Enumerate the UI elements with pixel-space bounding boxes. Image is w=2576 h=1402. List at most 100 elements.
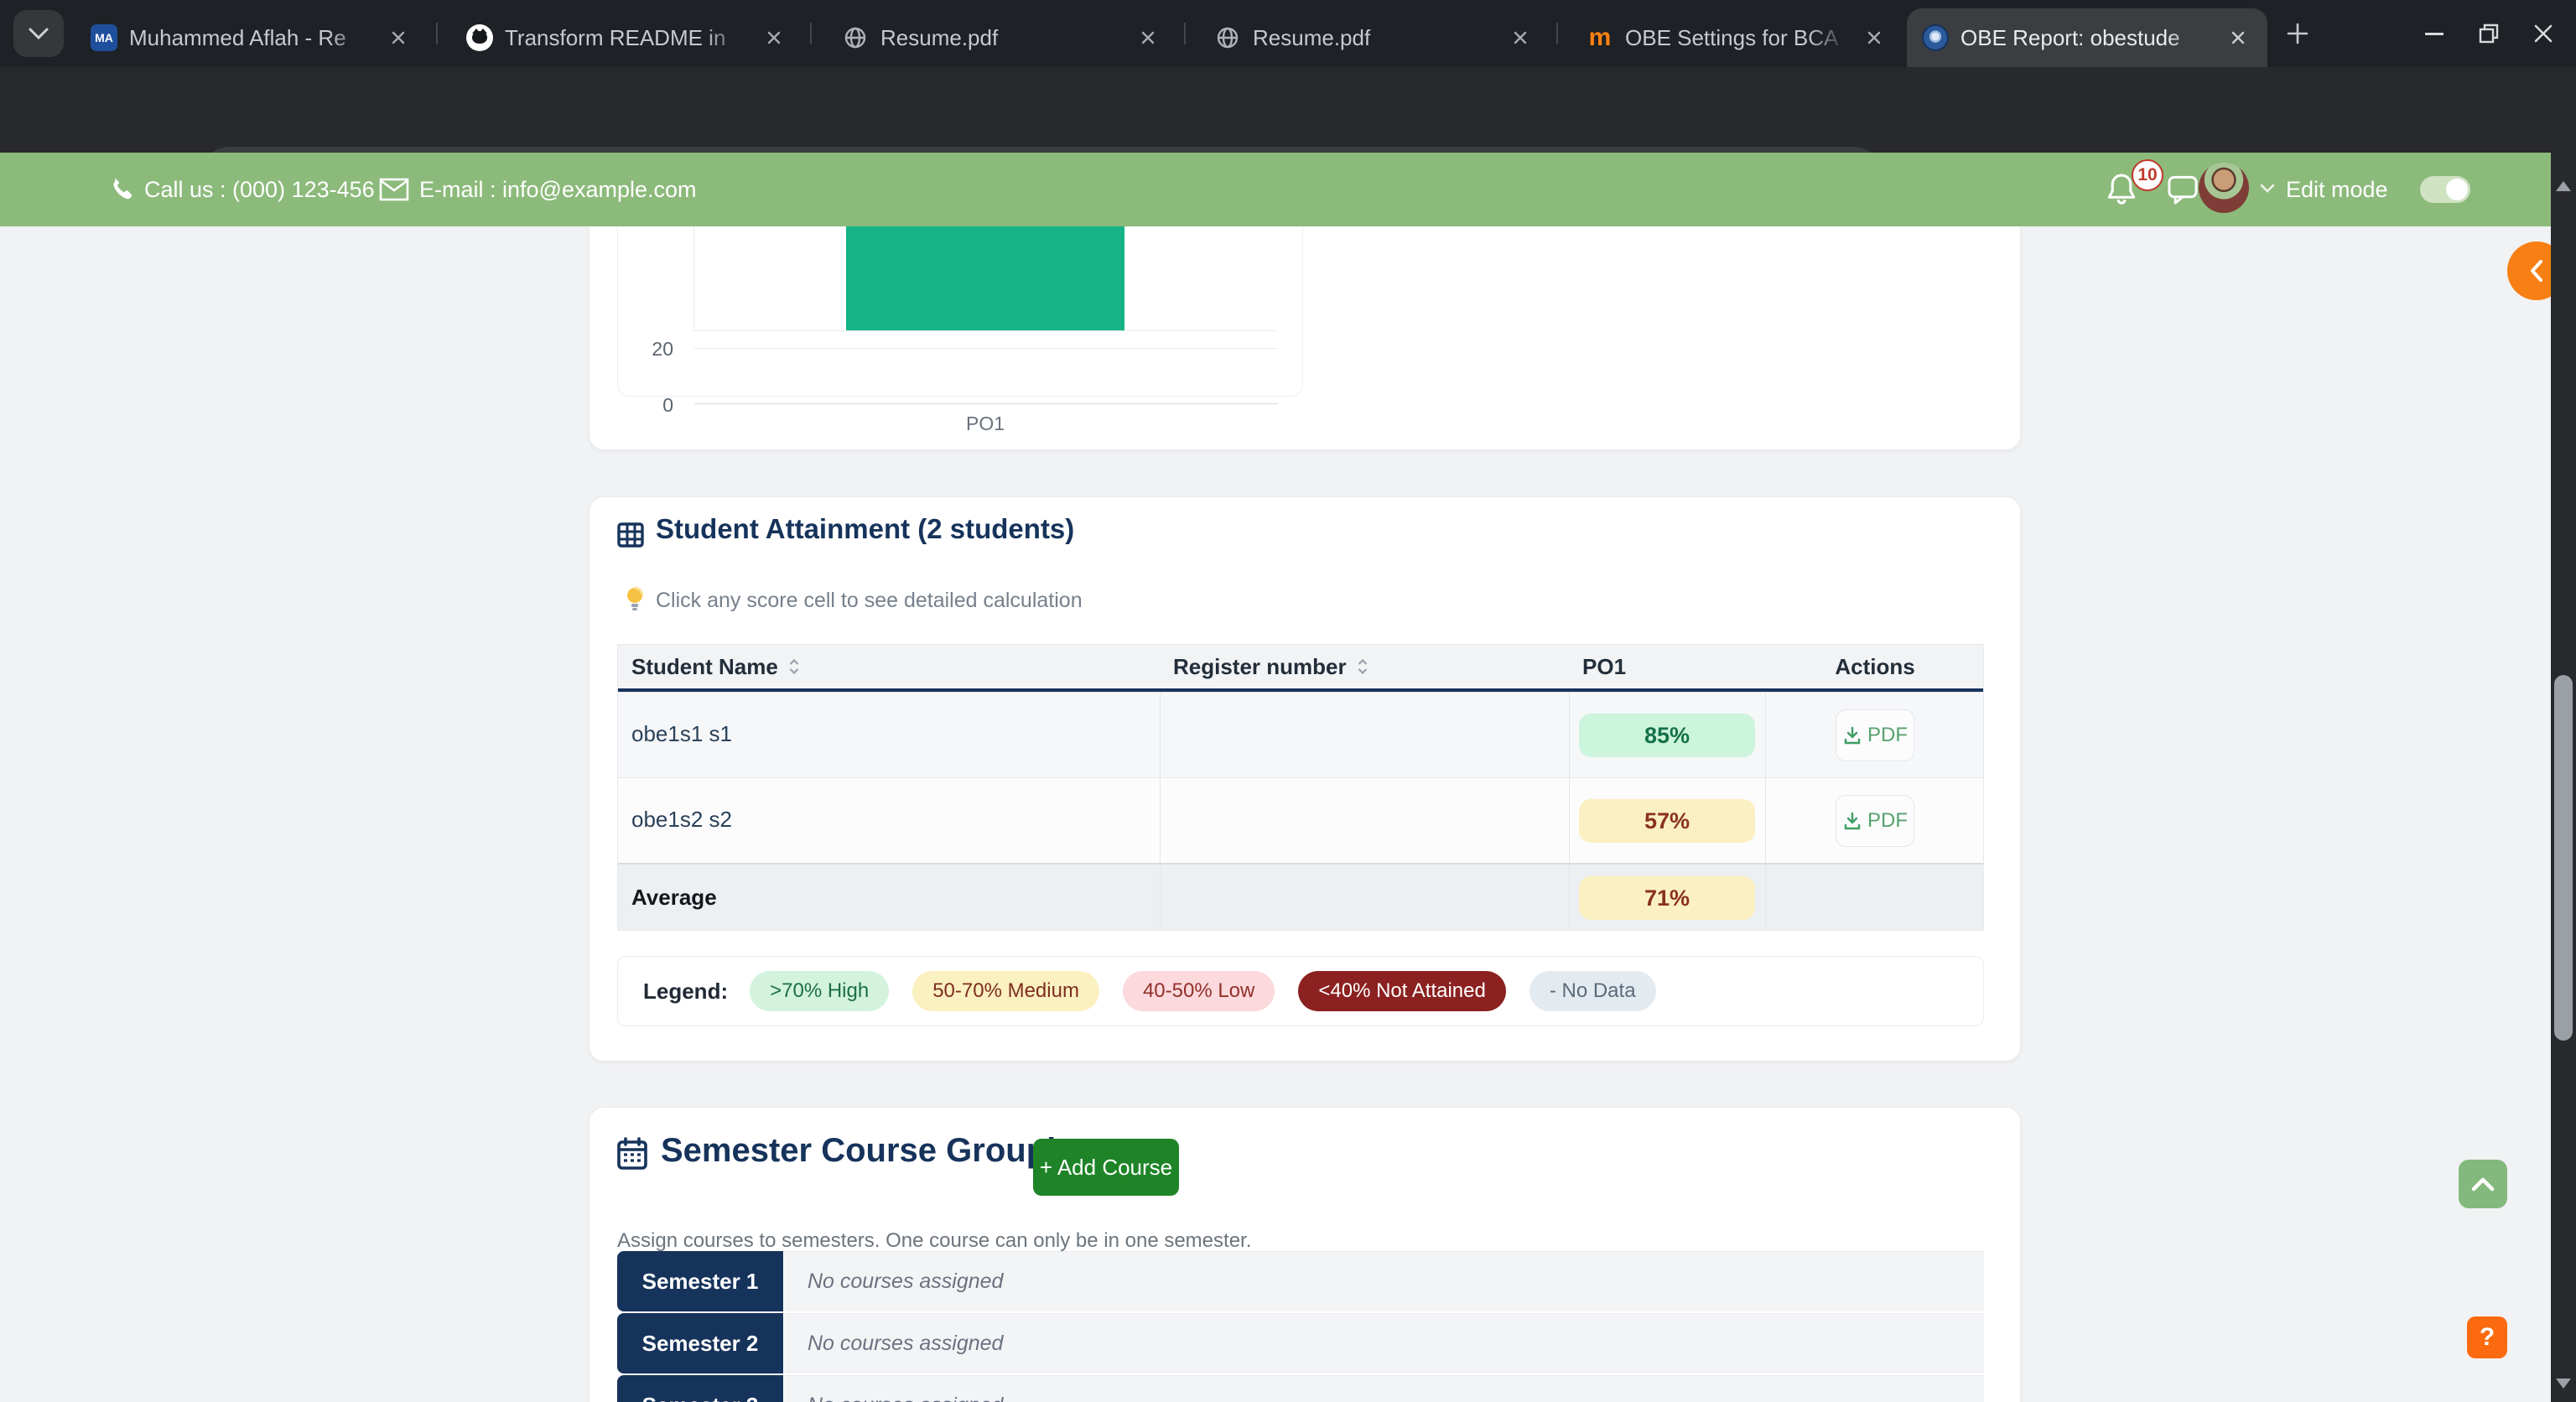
legend-no-data: - No Data xyxy=(1530,971,1656,1011)
semester-3-dropzone[interactable]: No courses assigned xyxy=(784,1375,1984,1402)
help-button[interactable]: ? xyxy=(2467,1316,2507,1358)
new-tab-button[interactable] xyxy=(2283,18,2313,49)
tab-resume-pdf-2[interactable]: Resume.pdf xyxy=(1199,8,1550,67)
score-cell-po1-average[interactable]: 71% xyxy=(1579,876,1755,920)
legend-low: 40-50% Low xyxy=(1123,971,1275,1011)
x-axis-label-po1: PO1 xyxy=(943,413,1027,435)
ma-monogram-favicon: MA xyxy=(91,24,117,51)
tab-transform-readme[interactable]: Transform README in xyxy=(451,8,803,67)
messages-chat-icon[interactable] xyxy=(2167,174,2199,205)
edit-mode-toggle[interactable] xyxy=(2420,176,2470,203)
table-row-average: Average 71% xyxy=(618,863,1983,930)
semester-1-dropzone[interactable]: No courses assigned xyxy=(784,1251,1984,1311)
tab-title: Muhammed Aflah - Re xyxy=(129,25,372,51)
chevron-left-icon xyxy=(2526,257,2547,285)
header-actions: Actions xyxy=(1765,645,1985,688)
scroll-to-top-button[interactable] xyxy=(2459,1160,2507,1208)
edit-mode-label: Edit mode xyxy=(2286,177,2388,203)
tab-title: Resume.pdf xyxy=(880,25,1122,51)
tab-obe-settings[interactable]: m OBE Settings for BCA xyxy=(1571,8,1903,67)
tab-title: OBE Report: obestude xyxy=(1961,25,2212,51)
phone-label: Call us : (000) 123-456 xyxy=(144,177,375,203)
page-viewport: Call us : (000) 123-456 E-mail : info@ex… xyxy=(0,153,2576,1402)
gridline-20 xyxy=(694,348,1278,349)
semester-description: Assign courses to semesters. One course … xyxy=(617,1229,1251,1253)
close-tab-icon[interactable] xyxy=(1860,23,1888,52)
close-tab-icon[interactable] xyxy=(384,23,413,52)
minimize-icon xyxy=(2425,33,2444,35)
email-icon xyxy=(379,178,409,201)
semester-1-label: Semester 1 xyxy=(617,1251,783,1311)
semester-section-title: Semester Course Grouping xyxy=(661,1132,1097,1170)
window-minimize-button[interactable] xyxy=(2419,18,2449,49)
student-name: obe1s2 s2 xyxy=(631,807,732,833)
scrollbar-down-arrow[interactable] xyxy=(2556,1379,2571,1389)
download-pdf-button[interactable]: PDF xyxy=(1836,709,1914,761)
average-label: Average xyxy=(631,885,717,911)
attainment-tip-text: Click any score cell to see detailed cal… xyxy=(656,589,1083,613)
sort-icon xyxy=(1355,657,1370,677)
semester-row-2: Semester 2 No courses assigned xyxy=(617,1313,1984,1373)
score-cell-po1[interactable]: 85% xyxy=(1579,714,1755,757)
table-row-obe1s2: obe1s2 s2 57% PDF xyxy=(618,777,1983,863)
gridline-upper xyxy=(694,330,1278,331)
x-axis-line xyxy=(694,403,1278,404)
score-cell-po1[interactable]: 57% xyxy=(1579,799,1755,843)
table-header-row: Student Name Register number PO1 Actions xyxy=(618,645,1983,692)
header-student-name[interactable]: Student Name xyxy=(631,645,802,688)
semester-2-dropzone[interactable]: No courses assigned xyxy=(784,1313,1984,1373)
scrollbar-thumb[interactable] xyxy=(2554,675,2573,1041)
globe-favicon xyxy=(1214,24,1241,51)
close-tab-icon[interactable] xyxy=(760,23,788,52)
close-tab-icon[interactable] xyxy=(2224,23,2252,52)
attainment-legend: Legend: >70% High 50-70% Medium 40-50% L… xyxy=(617,956,1984,1026)
browser-tab-strip: MA Muhammed Aflah - Re Transform README … xyxy=(0,0,2576,67)
tab-title: Resume.pdf xyxy=(1253,25,1494,51)
bar-po1 xyxy=(846,226,1124,330)
window-close-button[interactable] xyxy=(2528,18,2558,49)
download-pdf-button[interactable]: PDF xyxy=(1836,795,1914,847)
tab-separator xyxy=(1184,23,1186,44)
semester-3-label: Semester 3 xyxy=(617,1375,783,1402)
user-menu-chevron-icon[interactable] xyxy=(2259,183,2276,195)
tab-obe-report-active[interactable]: OBE Report: obestude xyxy=(1907,8,2267,67)
plus-icon xyxy=(2285,21,2310,46)
email-label: E-mail : info@example.com xyxy=(419,177,697,203)
add-course-button[interactable]: + Add Course xyxy=(1033,1139,1179,1196)
y-axis-line xyxy=(693,226,694,331)
moodle-favicon: m xyxy=(1587,24,1613,51)
po-attainment-chart-card: 20 0 PO1 xyxy=(617,226,1303,397)
tab-muhammed-aflah[interactable]: MA Muhammed Aflah - Re xyxy=(75,8,428,67)
browser-toolbar: gctanur.in/local/obe_autocalculator/coho… xyxy=(0,67,2576,153)
phone-icon xyxy=(107,173,136,205)
page-scrollbar[interactable] xyxy=(2551,153,2576,1402)
student-attainment-table: Student Name Register number PO1 Actions… xyxy=(617,644,1984,931)
header-register-number[interactable]: Register number xyxy=(1173,645,1370,688)
chevron-up-icon xyxy=(2470,1176,2496,1192)
y-axis-tick-0: 0 xyxy=(636,394,673,417)
close-tab-icon[interactable] xyxy=(1134,23,1162,52)
tab-title: Transform README in xyxy=(505,25,748,51)
legend-label: Legend: xyxy=(643,979,728,1005)
legend-high: >70% High xyxy=(750,971,889,1011)
window-restore-button[interactable] xyxy=(2474,18,2504,49)
attainment-section-title: Student Attainment (2 students) xyxy=(656,513,1074,545)
tab-resume-pdf-1[interactable]: Resume.pdf xyxy=(827,8,1177,67)
table-grid-icon xyxy=(617,522,644,548)
globe-favicon xyxy=(842,24,869,51)
y-axis-tick-20: 20 xyxy=(636,338,673,361)
semester-2-label: Semester 2 xyxy=(617,1313,783,1373)
user-avatar[interactable] xyxy=(2199,163,2249,213)
tab-separator xyxy=(436,23,438,44)
scrollbar-up-arrow[interactable] xyxy=(2556,181,2571,191)
student-name: obe1s1 s1 xyxy=(631,721,732,747)
close-icon xyxy=(2532,23,2554,44)
close-tab-icon[interactable] xyxy=(1506,23,1535,52)
legend-not-attained: <40% Not Attained xyxy=(1298,971,1505,1011)
tab-title: OBE Settings for BCA xyxy=(1625,25,1848,51)
semester-row-3: Semester 3 No courses assigned xyxy=(617,1375,1984,1402)
download-icon xyxy=(1842,811,1862,831)
college-emblem-favicon xyxy=(1922,24,1949,51)
tab-search-chevron-button[interactable] xyxy=(13,10,64,57)
calendar-icon xyxy=(617,1137,647,1171)
